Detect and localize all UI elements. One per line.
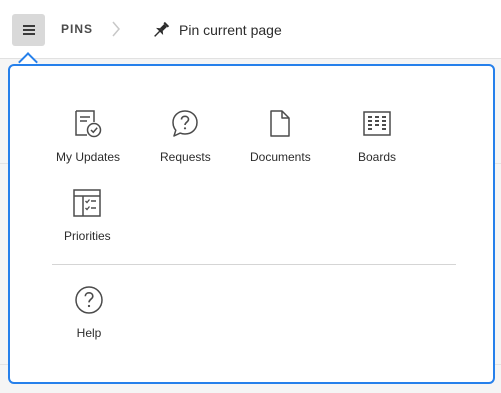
menu-item-requests[interactable]: Requests xyxy=(160,109,211,164)
pins-label[interactable]: PINS xyxy=(61,22,93,36)
menu-item-my-updates[interactable]: My Updates xyxy=(56,109,120,164)
menu-item-label: Requests xyxy=(160,150,211,164)
help-circle-icon xyxy=(75,286,103,314)
menu-item-boards[interactable]: Boards xyxy=(358,109,396,164)
chevron-right-icon xyxy=(112,21,120,37)
menu-item-label: Help xyxy=(76,326,102,340)
navigation-menu-panel: My Updates Requests Documents Boards Pri… xyxy=(8,64,495,384)
question-bubble-icon xyxy=(172,110,199,137)
checklist-icon xyxy=(73,189,102,217)
updates-icon xyxy=(75,110,102,138)
menu-item-label: Boards xyxy=(358,150,397,164)
board-icon xyxy=(363,111,391,136)
menu-toggle-button[interactable] xyxy=(12,14,45,46)
menu-item-label: Documents xyxy=(250,150,311,164)
pin-current-page-button[interactable]: Pin current page xyxy=(151,17,282,43)
hamburger-icon xyxy=(22,25,35,35)
menu-item-label: My Updates xyxy=(56,150,121,164)
pushpin-icon xyxy=(154,21,170,37)
menu-item-priorities[interactable]: Priorities xyxy=(64,188,111,243)
pin-current-page-label: Pin current page xyxy=(179,22,282,38)
menu-item-label: Priorities xyxy=(64,229,111,243)
menu-item-help[interactable]: Help xyxy=(74,285,104,340)
menu-item-documents[interactable]: Documents xyxy=(250,109,311,164)
document-icon xyxy=(270,110,291,137)
top-bar: PINS Pin current page xyxy=(0,0,501,59)
menu-divider xyxy=(52,264,456,265)
